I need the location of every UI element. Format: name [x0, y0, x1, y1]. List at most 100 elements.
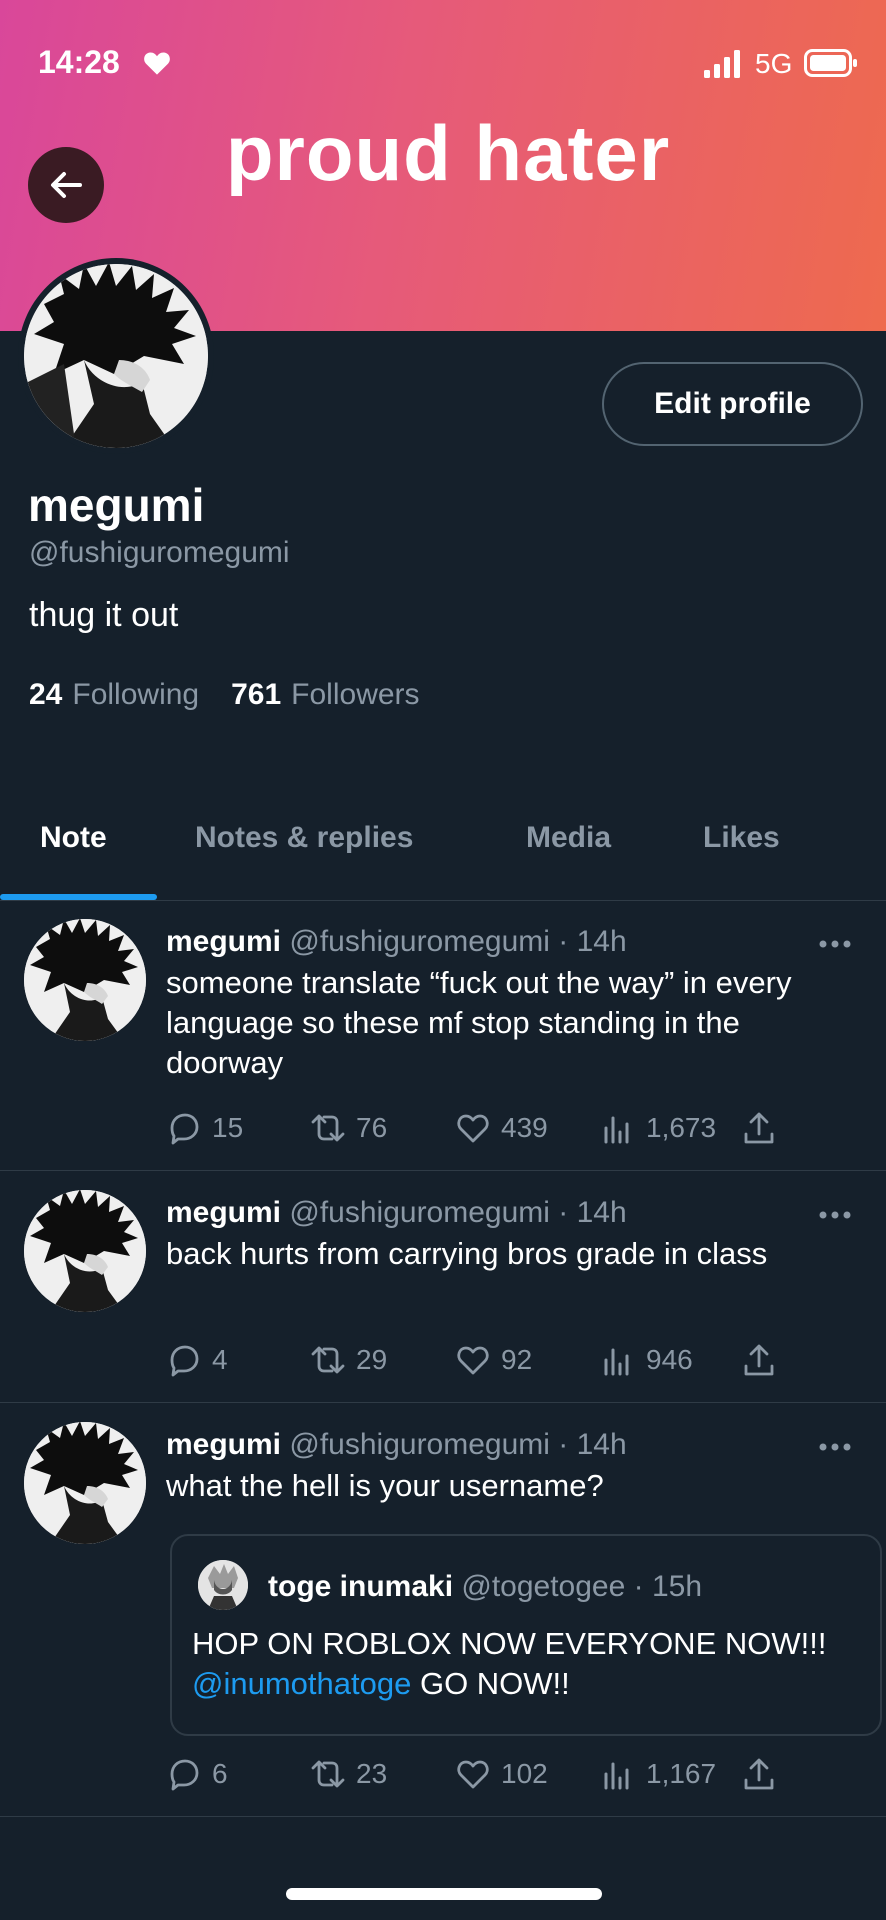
reply-icon — [170, 1759, 199, 1791]
profile-display-name: megumi — [28, 479, 205, 531]
heart-icon — [144, 52, 170, 75]
more-icon[interactable] — [818, 1442, 852, 1452]
renote-count: 23 — [356, 1758, 388, 1789]
reply-count: 15 — [212, 1112, 244, 1143]
avatar-image — [24, 264, 208, 448]
like-button[interactable]: 439 — [455, 1110, 548, 1146]
quote-header: toge inumaki @togetogee · 15h — [268, 1570, 702, 1604]
like-icon — [457, 1760, 489, 1789]
like-button[interactable]: 92 — [455, 1342, 532, 1378]
profile-handle: @fushiguromegumi — [29, 536, 290, 569]
battery-icon — [804, 49, 857, 77]
like-count: 439 — [501, 1112, 548, 1143]
like-count: 102 — [501, 1758, 548, 1789]
reply-count: 4 — [212, 1344, 228, 1375]
note-meta: @fushiguromegumi · 14h — [289, 1428, 627, 1461]
note-item[interactable]: megumi @fushiguromegumi · 14h what the h… — [0, 1404, 886, 1817]
renote-count: 76 — [356, 1112, 388, 1143]
note-actions: 6 23 102 1,167 — [166, 1756, 806, 1796]
note-author-name[interactable]: megumi — [166, 925, 281, 958]
views-button[interactable]: 1,673 — [600, 1110, 716, 1146]
note-text: someone translate “fuck out the way” in … — [166, 965, 792, 1080]
note-text: what the hell is your username? — [166, 1468, 604, 1503]
quoted-note[interactable]: toge inumaki @togetogee · 15h HOP ON ROB… — [170, 1534, 882, 1736]
more-icon[interactable] — [818, 1210, 852, 1220]
tab-likes[interactable]: Likes — [703, 821, 780, 855]
note-actions: 4 29 92 946 — [166, 1342, 806, 1382]
views-count: 1,167 — [646, 1758, 717, 1789]
note-author-name[interactable]: megumi — [166, 1428, 281, 1461]
reply-button[interactable]: 6 — [166, 1756, 228, 1792]
note-meta: @fushiguromegumi · 14h — [289, 925, 627, 958]
reply-button[interactable]: 15 — [166, 1110, 243, 1146]
quote-text: HOP ON ROBLOX NOW EVERYONE NOW!!! @inumo… — [192, 1624, 832, 1704]
note-item[interactable]: megumi @fushiguromegumi · 14h someone tr… — [0, 901, 886, 1171]
back-button[interactable] — [28, 147, 104, 223]
quote-text-after: GO NOW!! — [411, 1666, 570, 1701]
more-icon[interactable] — [818, 939, 852, 949]
network-label: 5G — [755, 48, 793, 79]
renote-count: 29 — [356, 1344, 388, 1375]
followers-count: 761 — [231, 678, 282, 711]
quote-text-before: HOP ON ROBLOX NOW EVERYONE NOW!!! — [192, 1626, 827, 1661]
quoted-avatar[interactable] — [198, 1560, 248, 1610]
mention-link[interactable]: @inumothatoge — [192, 1666, 411, 1701]
views-button[interactable]: 1,167 — [600, 1756, 716, 1792]
reply-count: 6 — [212, 1758, 228, 1789]
avatar[interactable] — [24, 1190, 146, 1312]
avatar-image — [24, 1190, 146, 1312]
avatar-image — [24, 1422, 146, 1544]
renote-button[interactable]: 76 — [310, 1110, 387, 1146]
home-indicator — [286, 1888, 602, 1900]
views-icon — [604, 1762, 629, 1790]
views-count: 1,673 — [646, 1112, 717, 1143]
renote-icon — [311, 1760, 345, 1788]
avatar[interactable] — [24, 1422, 146, 1544]
reply-button[interactable]: 4 — [166, 1342, 228, 1378]
note-header: megumi @fushiguromegumi · 14h — [166, 1196, 627, 1230]
profile-tabs: Note Notes & replies Media Likes — [0, 805, 886, 901]
followers-link[interactable]: 761 Followers — [231, 678, 419, 712]
share-icon[interactable] — [742, 1756, 776, 1792]
renote-button[interactable]: 23 — [310, 1756, 387, 1792]
following-link[interactable]: 24 Following — [29, 678, 199, 712]
renote-icon — [311, 1114, 345, 1142]
quote-author-name[interactable]: toge inumaki — [268, 1570, 453, 1603]
like-icon — [457, 1346, 489, 1375]
note-item[interactable]: megumi @fushiguromegumi · 14h back hurts… — [0, 1172, 886, 1403]
avatar-image — [198, 1560, 248, 1610]
views-icon — [604, 1116, 629, 1144]
views-count: 946 — [646, 1344, 693, 1375]
profile-bio: thug it out — [29, 596, 179, 634]
tab-note[interactable]: Note — [40, 821, 107, 855]
note-text: back hurts from carrying bros grade in c… — [166, 1236, 768, 1271]
note-actions: 15 76 439 1,673 — [166, 1110, 806, 1150]
share-icon[interactable] — [742, 1110, 776, 1146]
like-icon — [457, 1114, 489, 1143]
views-icon — [604, 1348, 629, 1376]
note-meta: @fushiguromegumi · 14h — [289, 1196, 627, 1229]
following-label: Following — [72, 678, 200, 711]
like-count: 92 — [501, 1344, 533, 1375]
views-button[interactable]: 946 — [600, 1342, 693, 1378]
profile-stats: 24 Following 761 Followers — [29, 678, 420, 712]
note-header: megumi @fushiguromegumi · 14h — [166, 925, 627, 959]
note-header: megumi @fushiguromegumi · 14h — [166, 1428, 627, 1462]
like-button[interactable]: 102 — [455, 1756, 548, 1792]
avatar-image — [24, 919, 146, 1041]
reply-icon — [170, 1345, 199, 1377]
followers-label: Followers — [291, 678, 420, 711]
tab-notes-replies[interactable]: Notes & replies — [195, 821, 413, 855]
tab-media[interactable]: Media — [526, 821, 611, 855]
profile-avatar[interactable] — [18, 258, 214, 454]
share-icon[interactable] — [742, 1342, 776, 1378]
status-time: 14:28 — [38, 44, 120, 80]
edit-profile-button[interactable]: Edit profile — [602, 362, 863, 446]
arrow-left-icon — [51, 172, 82, 198]
renote-icon — [311, 1346, 345, 1374]
quote-meta: @togetogee · 15h — [461, 1570, 703, 1603]
reply-icon — [170, 1113, 199, 1145]
renote-button[interactable]: 29 — [310, 1342, 387, 1378]
avatar[interactable] — [24, 919, 146, 1041]
note-author-name[interactable]: megumi — [166, 1196, 281, 1229]
